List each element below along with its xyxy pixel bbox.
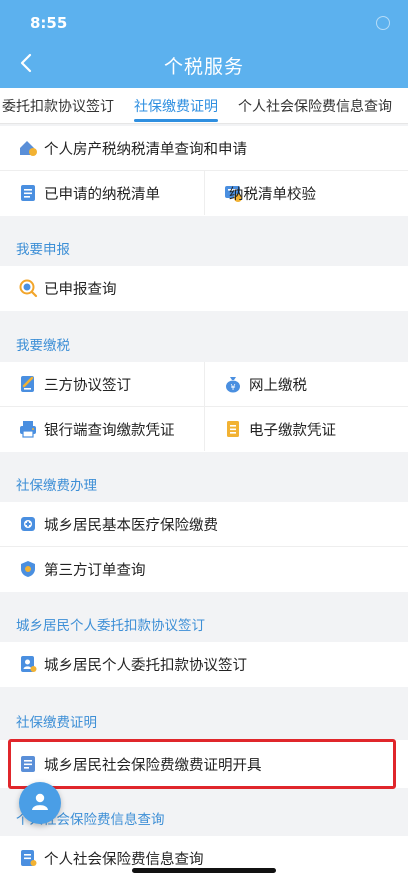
section-title-certificate: 社保缴费证明 <box>16 715 97 731</box>
info-document-icon <box>18 848 38 868</box>
online-pay-label: 网上缴税 <box>249 378 307 394</box>
active-tab-indicator <box>134 119 218 122</box>
list-item-declared-query[interactable]: 已申报查询 <box>0 266 408 311</box>
medical-pay-label: 城乡居民基本医疗保险缴费 <box>44 518 218 534</box>
list-item-entrust-sign[interactable]: 城乡居民个人委托扣款协议签订 <box>0 642 408 687</box>
header-bar: 8:55 个税服务 <box>0 0 408 88</box>
applied-list-label: 已申请的纳税清单 <box>44 187 160 203</box>
user-agreement-icon <box>18 654 38 674</box>
user-icon <box>32 793 48 810</box>
tab-bar: 委托扣款协议签订 社保缴费证明 个人社会保险费信息查询 <box>0 88 408 124</box>
page-title: 个税服务 <box>163 56 244 78</box>
top-card: 个人房产税纳税清单查询和申请 已申请的纳税清单 纳税清单校验 <box>0 126 408 216</box>
section-title-pay: 我要缴税 <box>16 338 70 354</box>
info-query-label: 个人社会保险费信息查询 <box>44 852 204 868</box>
house-tax-icon <box>18 138 38 158</box>
list-item-bank-voucher[interactable]: 银行端查询缴款凭证 <box>0 407 204 451</box>
pay-card: 三方协议签订 ¥ 网上缴税 银行端查询缴款凭证 电子缴款凭证 <box>0 362 408 452</box>
money-bag-icon: ¥ <box>223 374 243 394</box>
search-icon <box>18 278 38 298</box>
pay-card-row-1: 三方协议签订 ¥ 网上缴税 <box>0 362 408 407</box>
declare-card: 已申报查询 <box>0 266 408 311</box>
third-party-order-label: 第三方订单查询 <box>44 563 146 579</box>
list-item-info-query[interactable]: 个人社会保险费信息查询 <box>0 836 408 881</box>
section-title-social-pay: 社保缴费办理 <box>16 478 97 494</box>
home-indicator[interactable] <box>132 868 276 873</box>
svg-text:¥: ¥ <box>230 383 235 392</box>
tab-info-query[interactable]: 个人社会保险费信息查询 <box>238 96 392 116</box>
printer-icon <box>18 419 38 439</box>
social-pay-card: 城乡居民基本医疗保险缴费 第三方订单查询 <box>0 502 408 592</box>
list-item-e-voucher[interactable]: 电子缴款凭证 <box>204 407 408 451</box>
floating-user-button[interactable] <box>19 782 61 824</box>
top-card-row-2: 已申请的纳税清单 纳税清单校验 <box>0 171 408 216</box>
list-item-verify-list[interactable]: 纳税清单校验 <box>204 171 408 215</box>
status-time: 8:55 <box>30 14 68 32</box>
receipt-icon <box>223 419 243 439</box>
house-tax-label: 个人房产税纳税清单查询和申请 <box>44 142 247 158</box>
list-item-tripartite[interactable]: 三方协议签订 <box>0 362 204 406</box>
list-item-applied-list[interactable]: 已申请的纳税清单 <box>0 171 204 215</box>
section-title-entrust: 城乡居民个人委托扣款协议签订 <box>16 618 205 634</box>
info-query-card: 个人社会保险费信息查询 <box>0 836 408 882</box>
entrust-card: 城乡居民个人委托扣款协议签订 <box>0 642 408 687</box>
medical-insurance-icon <box>18 514 38 534</box>
declared-query-label: 已申报查询 <box>44 282 117 298</box>
e-voucher-label: 电子缴款凭证 <box>249 423 336 439</box>
tab-certificate[interactable]: 社保缴费证明 <box>134 96 218 116</box>
tab-entrust[interactable]: 委托扣款协议签订 <box>2 96 114 116</box>
bank-voucher-label: 银行端查询缴款凭证 <box>44 423 175 439</box>
list-item-online-pay[interactable]: ¥ 网上缴税 <box>204 362 408 406</box>
list-item-house-tax[interactable]: 个人房产税纳税清单查询和申请 <box>0 126 408 171</box>
sign-agreement-icon <box>18 374 38 394</box>
tripartite-label: 三方协议签订 <box>44 378 131 394</box>
entrust-sign-label: 城乡居民个人委托扣款协议签订 <box>44 658 247 674</box>
list-item-third-party-order[interactable]: 第三方订单查询 <box>0 547 408 592</box>
highlight-box <box>8 739 396 789</box>
status-indicator-icon <box>376 16 390 30</box>
list-item-medical-pay[interactable]: 城乡居民基本医疗保险缴费 <box>0 502 408 547</box>
document-list-icon <box>18 183 38 203</box>
shield-icon <box>18 559 38 579</box>
verify-list-label: 纳税清单校验 <box>229 187 316 203</box>
section-title-declare: 我要申报 <box>16 242 70 258</box>
pay-card-row-2: 银行端查询缴款凭证 电子缴款凭证 <box>0 407 408 452</box>
